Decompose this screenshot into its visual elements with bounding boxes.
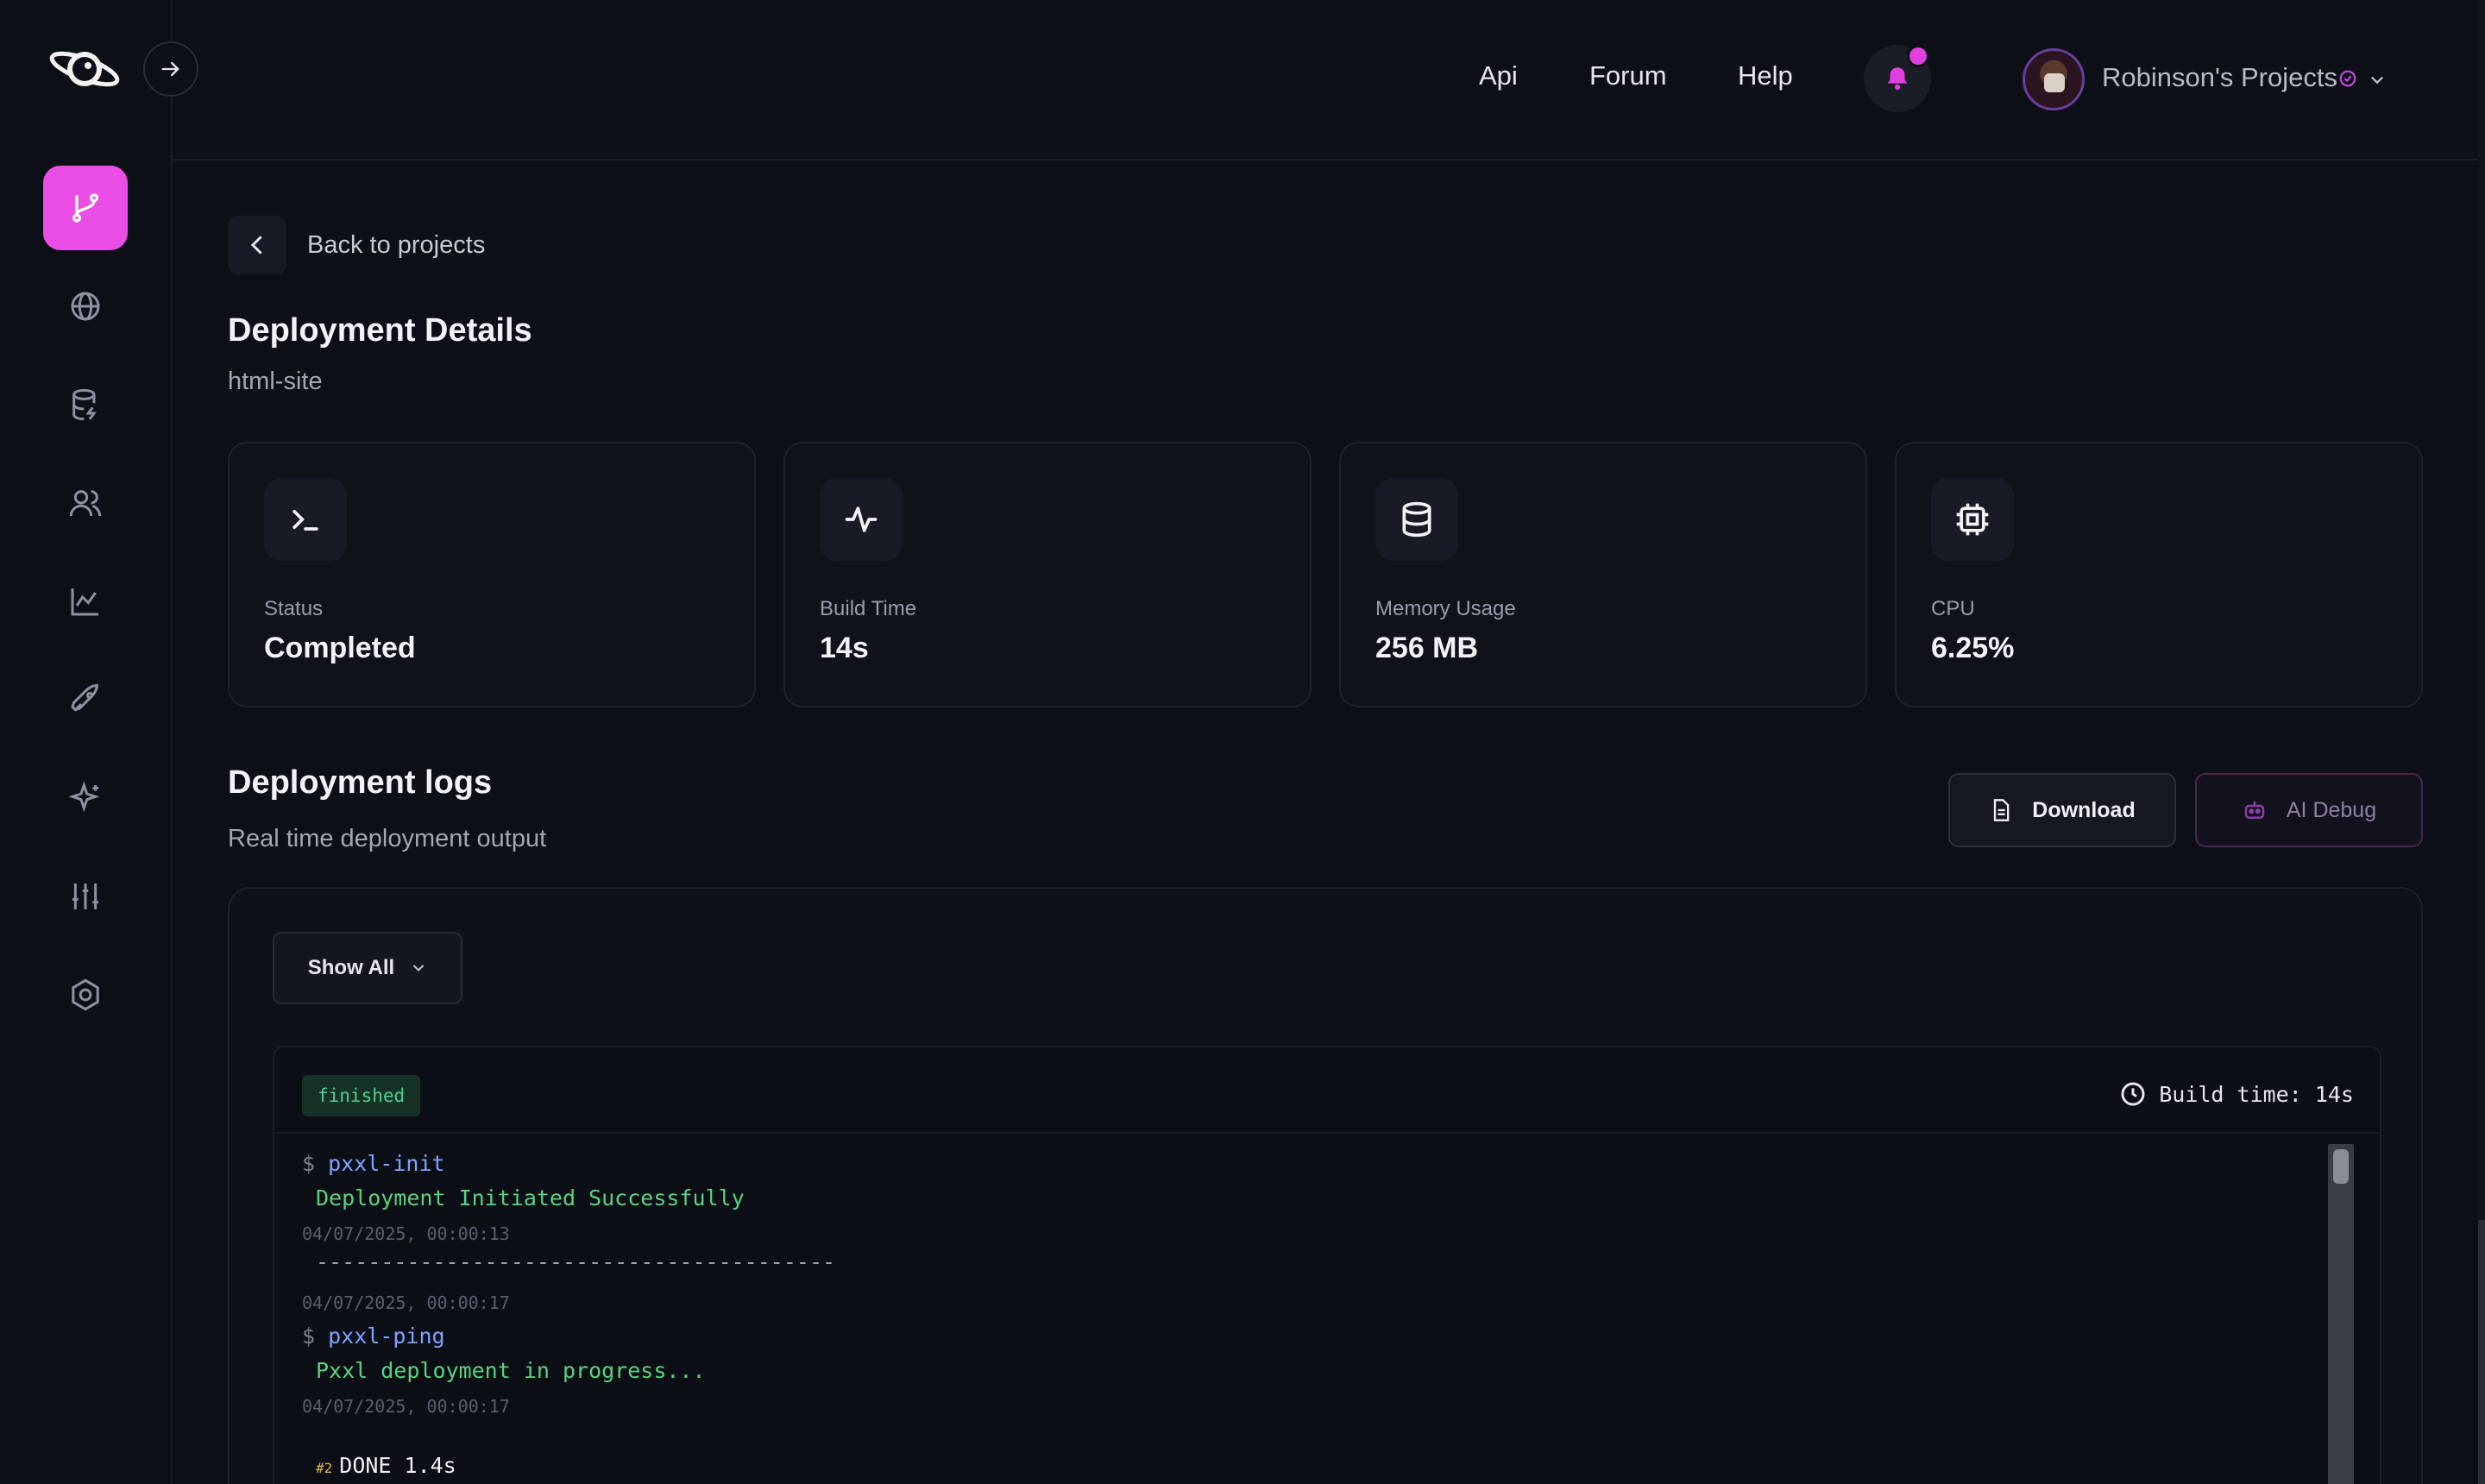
log-step-done: #2 DONE 1.4s xyxy=(316,1453,456,1478)
logs-subtitle: Real time deployment output xyxy=(228,825,547,852)
log-terminal: finished Build time: 14s $ pxxl-init Dep… xyxy=(273,1046,2381,1484)
step-number: #2 xyxy=(316,1460,333,1476)
back-button[interactable] xyxy=(228,216,286,274)
status-badge: finished xyxy=(302,1075,421,1116)
log-output: Pxxl deployment in progress... xyxy=(316,1358,706,1383)
stat-value: Completed xyxy=(264,632,416,664)
stat-label: Memory Usage xyxy=(1375,597,1516,620)
activity-icon xyxy=(820,478,903,561)
log-timestamp: 04/07/2025, 00:00:17 xyxy=(302,1396,510,1417)
database-icon xyxy=(1375,478,1458,561)
log-command: $ pxxl-ping xyxy=(302,1324,445,1349)
sidebar-item-team[interactable] xyxy=(43,461,128,545)
notification-dot xyxy=(1907,45,1929,67)
expand-sidebar-button[interactable] xyxy=(143,41,198,97)
prompt-symbol: $ xyxy=(302,1151,316,1176)
cpu-icon xyxy=(1931,478,2014,561)
sidebar-item-domains[interactable] xyxy=(43,264,128,349)
stat-card-cpu: CPU 6.25% xyxy=(1895,442,2423,707)
log-output: Deployment Initiated Successfully xyxy=(316,1185,745,1210)
project-name: html-site xyxy=(228,368,323,395)
sidebar-item-databases[interactable] xyxy=(43,362,128,447)
sidebar-item-analytics[interactable] xyxy=(43,559,128,644)
nav-link-api[interactable]: Api xyxy=(1479,60,1518,91)
file-icon xyxy=(1994,799,2010,821)
planet-logo[interactable] xyxy=(47,38,124,100)
sidebar-item-settings[interactable] xyxy=(43,953,128,1037)
sidebar-item-deploy[interactable] xyxy=(43,657,128,742)
git-branch-icon xyxy=(72,193,98,223)
build-time-indicator: Build time: 14s xyxy=(2119,1080,2354,1108)
database-icon xyxy=(72,388,97,421)
users-icon xyxy=(69,490,102,517)
app-root: Api Forum Help Robinson's Projects Back … xyxy=(0,0,2485,1484)
stat-value: 6.25% xyxy=(1931,632,2015,664)
logs-panel: Show All finished Build time: 14s $ pxxl… xyxy=(228,887,2423,1484)
stat-label: CPU xyxy=(1931,597,1975,620)
ai-debug-button[interactable]: AI Debug xyxy=(2195,773,2423,847)
terminal-icon xyxy=(264,478,347,561)
prompt-symbol: $ xyxy=(302,1324,316,1349)
chevron-down-icon[interactable] xyxy=(2368,71,2387,90)
page-scrollbar-thumb[interactable] xyxy=(2478,1220,2485,1484)
logs-title: Deployment logs xyxy=(228,764,493,801)
project-switcher-label[interactable]: Robinson's Projects xyxy=(2102,62,2337,93)
page-title: Deployment Details xyxy=(228,312,532,349)
clock-icon xyxy=(2121,1082,2145,1106)
robot-icon xyxy=(2244,802,2265,819)
log-timestamp: 04/07/2025, 00:00:17 xyxy=(302,1292,510,1313)
step-text: DONE 1.4s xyxy=(339,1453,456,1478)
log-timestamp: 04/07/2025, 00:00:13 xyxy=(302,1223,510,1244)
log-scrollbar-thumb[interactable] xyxy=(2333,1149,2349,1184)
sidebar-item-ai[interactable] xyxy=(43,756,128,840)
sidebar-item-configuration[interactable] xyxy=(43,854,128,939)
stat-label: Build Time xyxy=(820,597,917,620)
avatar[interactable] xyxy=(2023,48,2085,110)
stat-value: 256 MB xyxy=(1375,632,1479,664)
sidebar xyxy=(0,0,173,1484)
ai-debug-label: AI Debug xyxy=(2286,797,2377,822)
build-time-label: Build time: 14s xyxy=(2159,1081,2354,1107)
back-link[interactable]: Back to projects xyxy=(307,231,485,260)
sparkle-icon xyxy=(68,781,100,813)
stat-card-build-time: Build Time 14s xyxy=(783,442,1312,707)
log-separator: ---------------------------------------- xyxy=(316,1249,836,1274)
rocket-icon xyxy=(71,683,98,712)
stat-value: 14s xyxy=(820,632,869,664)
chart-icon xyxy=(71,588,98,616)
nav-link-forum[interactable]: Forum xyxy=(1589,60,1667,91)
download-button[interactable]: Download xyxy=(1948,773,2176,847)
stat-label: Status xyxy=(264,597,324,620)
chevron-left-icon xyxy=(250,236,262,255)
log-filter-dropdown[interactable]: Show All xyxy=(273,932,462,1004)
sliders-icon xyxy=(72,883,98,909)
globe-icon xyxy=(71,292,100,321)
bell-icon xyxy=(1887,67,1908,91)
log-scrollbar[interactable] xyxy=(2328,1144,2354,1484)
arrow-right-icon xyxy=(161,61,179,77)
chevron-down-icon xyxy=(413,965,425,972)
command-text: pxxl-init xyxy=(328,1151,445,1176)
settings-icon xyxy=(72,978,99,1011)
log-command: $ pxxl-init xyxy=(302,1151,445,1176)
stat-card-memory: Memory Usage 256 MB xyxy=(1339,442,1867,707)
nav-link-help[interactable]: Help xyxy=(1738,60,1793,91)
verified-badge-icon xyxy=(2339,70,2356,87)
download-label: Download xyxy=(2032,797,2136,822)
sidebar-item-deployments[interactable] xyxy=(43,166,128,250)
stat-card-status: Status Completed xyxy=(228,442,756,707)
filter-label: Show All xyxy=(307,956,395,979)
terminal-header: finished Build time: 14s xyxy=(274,1047,2380,1134)
command-text: pxxl-ping xyxy=(328,1324,445,1349)
